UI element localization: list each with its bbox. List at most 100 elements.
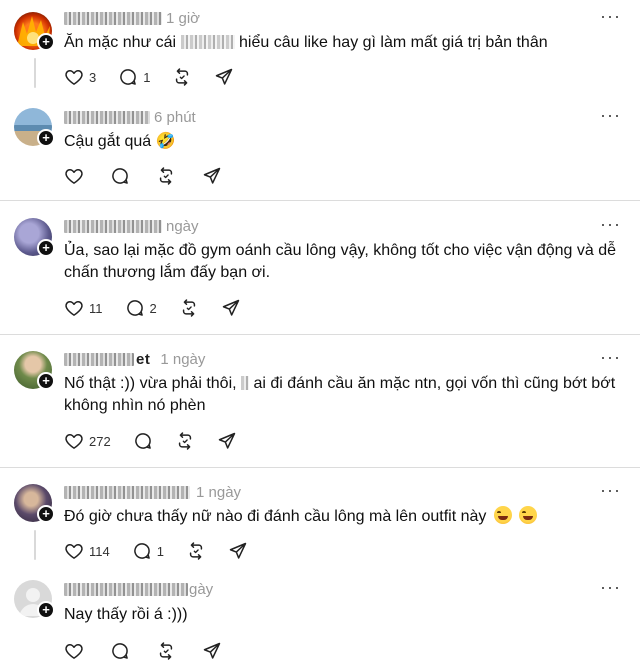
repost-icon bbox=[156, 166, 176, 186]
plus-icon[interactable]: + bbox=[37, 129, 55, 147]
timestamp[interactable]: 6 phút bbox=[154, 109, 196, 126]
repost-icon bbox=[175, 431, 195, 451]
heart-icon bbox=[64, 431, 84, 451]
reply-button[interactable] bbox=[110, 166, 130, 186]
reply-count: 2 bbox=[149, 300, 157, 316]
reply-button[interactable] bbox=[133, 431, 153, 451]
comment-icon bbox=[118, 67, 138, 87]
username[interactable] bbox=[64, 10, 162, 27]
comment-4: + et 1 ngày ··· Nố thật :)) vừa phải thô… bbox=[0, 335, 640, 467]
comment-5: + 1 ngày ··· Đó giờ chưa thấy nữ nào đi … bbox=[0, 468, 640, 570]
smiling-sweat-emoji bbox=[519, 506, 538, 524]
action-bar: 3 1 bbox=[64, 66, 256, 88]
reply-count: 1 bbox=[156, 543, 164, 559]
comment-header: gày bbox=[64, 579, 213, 599]
plus-icon[interactable]: + bbox=[37, 239, 55, 257]
comment-icon bbox=[133, 431, 153, 451]
more-icon[interactable]: ··· bbox=[600, 578, 620, 601]
comment-3: + ngày ··· Ủa, sao lại mặc đồ gym oánh c… bbox=[0, 201, 640, 334]
comment-header: et 1 ngày bbox=[64, 349, 205, 369]
comment-text: Đó giờ chưa thấy nữ nào đi đánh cầu lông… bbox=[64, 506, 624, 528]
send-icon bbox=[202, 641, 222, 661]
comment-6: + gày ··· Nay thấy rồi á :))) bbox=[0, 570, 640, 669]
comment-icon bbox=[110, 641, 130, 661]
heart-icon bbox=[64, 541, 84, 561]
repost-button[interactable] bbox=[172, 67, 192, 87]
thread-line bbox=[34, 58, 36, 88]
username[interactable] bbox=[64, 484, 190, 501]
more-icon[interactable]: ··· bbox=[600, 348, 620, 371]
username[interactable] bbox=[64, 218, 162, 235]
repost-icon bbox=[156, 641, 176, 661]
more-icon[interactable]: ··· bbox=[600, 215, 620, 238]
share-button[interactable] bbox=[214, 67, 234, 87]
plus-icon[interactable]: + bbox=[37, 33, 55, 51]
repost-icon bbox=[186, 541, 206, 561]
repost-button[interactable] bbox=[156, 641, 176, 661]
more-icon[interactable]: ··· bbox=[600, 106, 620, 129]
username[interactable] bbox=[64, 581, 188, 598]
send-icon bbox=[202, 166, 222, 186]
action-bar: 272 bbox=[64, 430, 259, 452]
reply-button[interactable]: 1 bbox=[118, 67, 150, 87]
like-count: 11 bbox=[89, 300, 103, 316]
comment-text: Ăn mặc như cái hiểu câu like hay gì làm … bbox=[64, 34, 548, 51]
more-icon[interactable]: ··· bbox=[600, 481, 620, 504]
like-count: 272 bbox=[89, 433, 111, 449]
comment-1: + 1 giờ ··· Ăn mặc như cái hiểu câu like… bbox=[0, 0, 640, 100]
share-button[interactable] bbox=[221, 298, 241, 318]
send-icon bbox=[221, 298, 241, 318]
timestamp[interactable]: gày bbox=[189, 581, 213, 598]
comment-text: Nay thấy rồi á :))) bbox=[64, 606, 188, 623]
timestamp[interactable]: 1 ngày bbox=[196, 484, 241, 501]
comment-header: 1 giờ bbox=[64, 8, 200, 28]
comment-text: Cậu gắt quá 🤣 bbox=[64, 133, 176, 150]
plus-icon[interactable]: + bbox=[37, 372, 55, 390]
thread-line bbox=[34, 530, 36, 560]
comment-icon bbox=[125, 298, 145, 318]
like-count: 3 bbox=[89, 69, 97, 85]
reply-button[interactable]: 2 bbox=[125, 298, 157, 318]
username[interactable]: et bbox=[64, 351, 150, 368]
send-icon bbox=[228, 541, 248, 561]
timestamp[interactable]: 1 giờ bbox=[166, 10, 200, 27]
timestamp[interactable]: ngày bbox=[166, 218, 199, 235]
send-icon bbox=[214, 67, 234, 87]
timestamp[interactable]: 1 ngày bbox=[160, 351, 205, 368]
comment-header: ngày bbox=[64, 216, 199, 236]
repost-button[interactable] bbox=[156, 166, 176, 186]
more-icon[interactable]: ··· bbox=[600, 7, 620, 30]
comment-icon bbox=[110, 166, 130, 186]
share-button[interactable] bbox=[202, 641, 222, 661]
username[interactable] bbox=[64, 109, 150, 126]
send-icon bbox=[217, 431, 237, 451]
comment-text: Nố thật :)) vừa phải thôi, ai đi đánh cầ… bbox=[64, 375, 616, 414]
heart-icon bbox=[64, 641, 84, 661]
repost-icon bbox=[172, 67, 192, 87]
like-button[interactable]: 114 bbox=[64, 541, 110, 561]
action-bar: 114 1 bbox=[64, 540, 270, 562]
like-button[interactable]: 272 bbox=[64, 431, 111, 451]
plus-icon[interactable]: + bbox=[37, 601, 55, 619]
heart-icon bbox=[64, 67, 84, 87]
like-button[interactable] bbox=[64, 641, 84, 661]
repost-button[interactable] bbox=[186, 541, 206, 561]
repost-button[interactable] bbox=[179, 298, 199, 318]
username-suffix: et bbox=[136, 350, 151, 368]
share-button[interactable] bbox=[202, 166, 222, 186]
plus-icon[interactable]: + bbox=[37, 505, 55, 523]
reply-count: 1 bbox=[143, 69, 151, 85]
heart-icon bbox=[64, 166, 84, 186]
repost-icon bbox=[179, 298, 199, 318]
comment-header: 6 phút bbox=[64, 107, 196, 127]
repost-button[interactable] bbox=[175, 431, 195, 451]
like-button[interactable]: 11 bbox=[64, 298, 103, 318]
reply-button[interactable] bbox=[110, 641, 130, 661]
like-count: 114 bbox=[89, 543, 110, 559]
share-button[interactable] bbox=[228, 541, 248, 561]
like-button[interactable]: 3 bbox=[64, 67, 96, 87]
reply-button[interactable]: 1 bbox=[132, 541, 164, 561]
share-button[interactable] bbox=[217, 431, 237, 451]
comment-header: 1 ngày bbox=[64, 482, 241, 502]
like-button[interactable] bbox=[64, 166, 84, 186]
